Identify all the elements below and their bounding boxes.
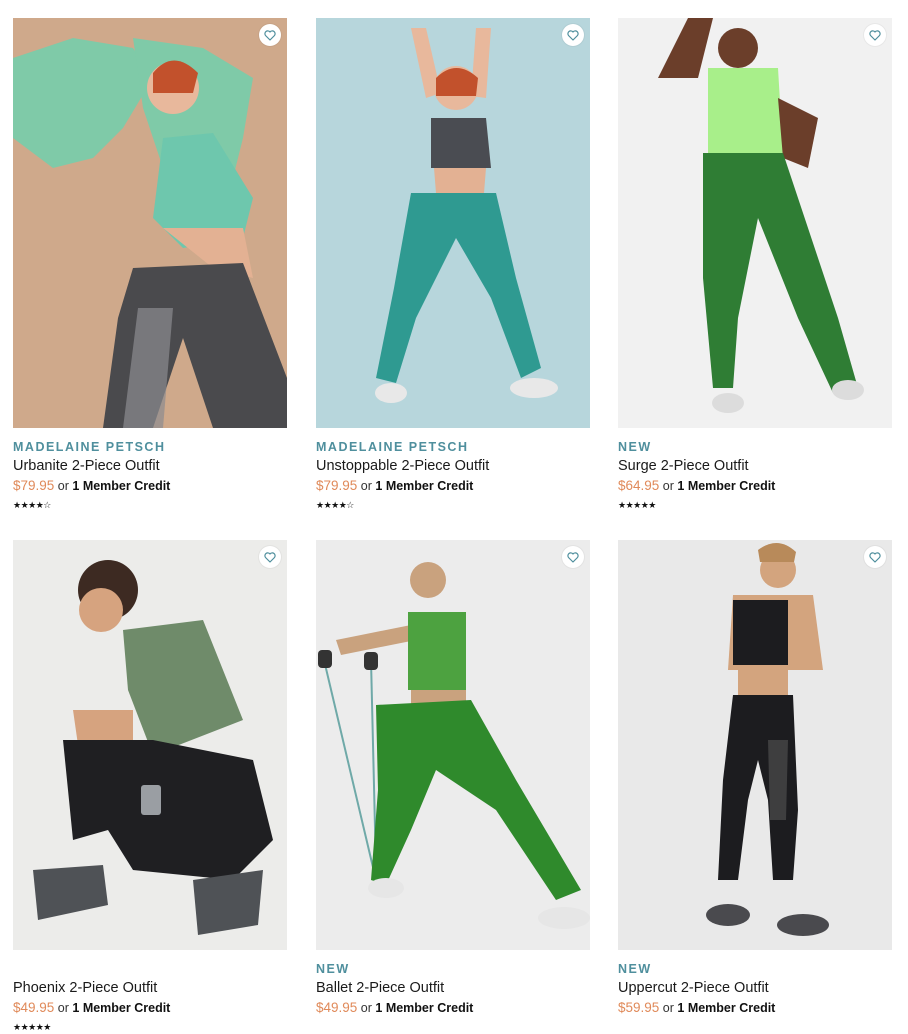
product-info: NEW Ballet 2-Piece Outfit $49.95 or 1 Me…: [316, 950, 590, 1018]
product-price: $79.95: [13, 478, 55, 493]
product-info: MADELAINE PETSCH Urbanite 2-Piece Outfit…: [13, 428, 287, 512]
heart-outline-icon: [869, 29, 881, 41]
model-figure: [706, 542, 829, 936]
member-credit: 1 Member Credit: [375, 479, 474, 493]
star-rating: ★★★★★: [618, 500, 656, 510]
product-name[interactable]: Surge 2-Piece Outfit: [618, 456, 892, 476]
product-name[interactable]: Uppercut 2-Piece Outfit: [618, 978, 892, 998]
star-rating: ★★★★☆: [13, 500, 51, 510]
price-line: $79.95 or 1 Member Credit: [13, 476, 287, 496]
favorite-button[interactable]: [864, 24, 886, 46]
heart-outline-icon: [567, 29, 579, 41]
star-rating: ★★★★★: [13, 1022, 51, 1032]
product-price: $59.95: [618, 1000, 660, 1015]
member-credit: 1 Member Credit: [677, 479, 776, 493]
product-tag: MADELAINE PETSCH: [316, 440, 469, 454]
price-line: $49.95 or 1 Member Credit: [13, 998, 287, 1018]
member-credit: 1 Member Credit: [375, 1001, 474, 1015]
price-separator: or: [57, 1001, 69, 1015]
price-line: $59.95 or 1 Member Credit: [618, 998, 892, 1018]
heart-outline-icon: [264, 551, 276, 563]
member-credit: 1 Member Credit: [72, 479, 171, 493]
favorite-button[interactable]: [259, 24, 281, 46]
product-card[interactable]: NEW Ballet 2-Piece Outfit $49.95 or 1 Me…: [316, 540, 590, 1018]
product-tag: NEW: [316, 962, 350, 976]
product-tag: NEW: [618, 440, 652, 454]
favorite-button[interactable]: [259, 546, 281, 568]
price-separator: or: [360, 479, 372, 493]
product-image[interactable]: [316, 18, 590, 428]
product-image[interactable]: [13, 18, 287, 428]
favorite-button[interactable]: [562, 546, 584, 568]
heart-outline-icon: [869, 551, 881, 563]
product-info: Phoenix 2-Piece Outfit $49.95 or 1 Membe…: [13, 950, 287, 1034]
product-image[interactable]: [618, 540, 892, 950]
member-credit: 1 Member Credit: [677, 1001, 776, 1015]
product-info: MADELAINE PETSCH Unstoppable 2-Piece Out…: [316, 428, 590, 512]
member-credit: 1 Member Credit: [72, 1001, 171, 1015]
model-figure: [318, 562, 590, 929]
product-info: NEW Uppercut 2-Piece Outfit $59.95 or 1 …: [618, 950, 892, 1018]
product-price: $64.95: [618, 478, 660, 493]
price-line: $64.95 or 1 Member Credit: [618, 476, 892, 496]
product-card[interactable]: NEW Uppercut 2-Piece Outfit $59.95 or 1 …: [618, 540, 892, 1018]
product-price: $49.95: [13, 1000, 55, 1015]
product-name[interactable]: Ballet 2-Piece Outfit: [316, 978, 590, 998]
price-separator: or: [662, 1001, 674, 1015]
heart-outline-icon: [567, 551, 579, 563]
heart-outline-icon: [264, 29, 276, 41]
product-card[interactable]: Phoenix 2-Piece Outfit $49.95 or 1 Membe…: [13, 540, 287, 1034]
product-card[interactable]: NEW Surge 2-Piece Outfit $64.95 or 1 Mem…: [618, 18, 892, 512]
product-info: NEW Surge 2-Piece Outfit $64.95 or 1 Mem…: [618, 428, 892, 512]
product-card[interactable]: MADELAINE PETSCH Unstoppable 2-Piece Out…: [316, 18, 590, 512]
model-figure: [13, 38, 287, 428]
price-line: $49.95 or 1 Member Credit: [316, 998, 590, 1018]
price-line: $79.95 or 1 Member Credit: [316, 476, 590, 496]
product-name[interactable]: Phoenix 2-Piece Outfit: [13, 978, 287, 998]
model-figure: [375, 28, 558, 403]
product-image[interactable]: [316, 540, 590, 950]
model-figure: [33, 560, 273, 935]
product-price: $79.95: [316, 478, 358, 493]
model-figure: [658, 18, 864, 413]
product-price: $49.95: [316, 1000, 358, 1015]
price-separator: or: [662, 479, 674, 493]
product-card[interactable]: MADELAINE PETSCH Urbanite 2-Piece Outfit…: [13, 18, 287, 512]
product-name[interactable]: Urbanite 2-Piece Outfit: [13, 456, 287, 476]
favorite-button[interactable]: [864, 546, 886, 568]
star-rating: ★★★★☆: [316, 500, 354, 510]
favorite-button[interactable]: [562, 24, 584, 46]
product-image[interactable]: [13, 540, 287, 950]
product-tag: NEW: [618, 962, 652, 976]
price-separator: or: [360, 1001, 372, 1015]
price-separator: or: [57, 479, 69, 493]
product-tag: [13, 961, 287, 978]
product-tag: MADELAINE PETSCH: [13, 440, 166, 454]
product-name[interactable]: Unstoppable 2-Piece Outfit: [316, 456, 590, 476]
product-image[interactable]: [618, 18, 892, 428]
